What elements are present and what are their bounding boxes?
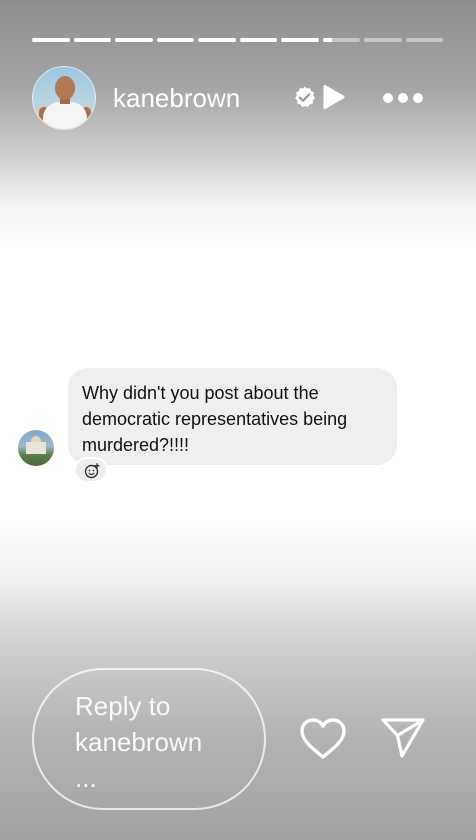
profile-avatar[interactable] bbox=[32, 66, 96, 130]
add-reaction-icon bbox=[84, 463, 100, 479]
reply-placeholder: Reply to kanebrown ... bbox=[75, 691, 203, 793]
progress-segment bbox=[32, 38, 70, 42]
progress-segment bbox=[115, 38, 153, 42]
progress-segment bbox=[73, 38, 111, 42]
story-comment: Why didn't you post about the democratic… bbox=[18, 368, 398, 488]
progress-segment bbox=[405, 38, 443, 42]
story-progress-bar bbox=[32, 38, 443, 42]
verified-badge-icon bbox=[295, 86, 315, 107]
story-header: kanebrown bbox=[32, 66, 443, 130]
comment-bubble: Why didn't you post about the democratic… bbox=[68, 368, 397, 465]
play-icon[interactable] bbox=[316, 81, 348, 113]
add-reaction-button[interactable] bbox=[74, 457, 108, 483]
progress-segment bbox=[322, 38, 360, 42]
username[interactable]: kanebrown bbox=[113, 82, 240, 114]
progress-segment bbox=[281, 38, 319, 42]
comment-text: Why didn't you post about the democratic… bbox=[82, 383, 348, 455]
more-options-icon[interactable] bbox=[382, 88, 424, 108]
progress-segment bbox=[156, 38, 194, 42]
commenter-avatar bbox=[18, 430, 54, 466]
reply-input[interactable]: Reply to kanebrown ... bbox=[32, 668, 266, 810]
progress-segment bbox=[239, 38, 277, 42]
send-icon[interactable] bbox=[380, 716, 426, 760]
progress-segment bbox=[198, 38, 236, 42]
progress-segment bbox=[364, 38, 402, 42]
heart-icon[interactable] bbox=[298, 716, 348, 762]
